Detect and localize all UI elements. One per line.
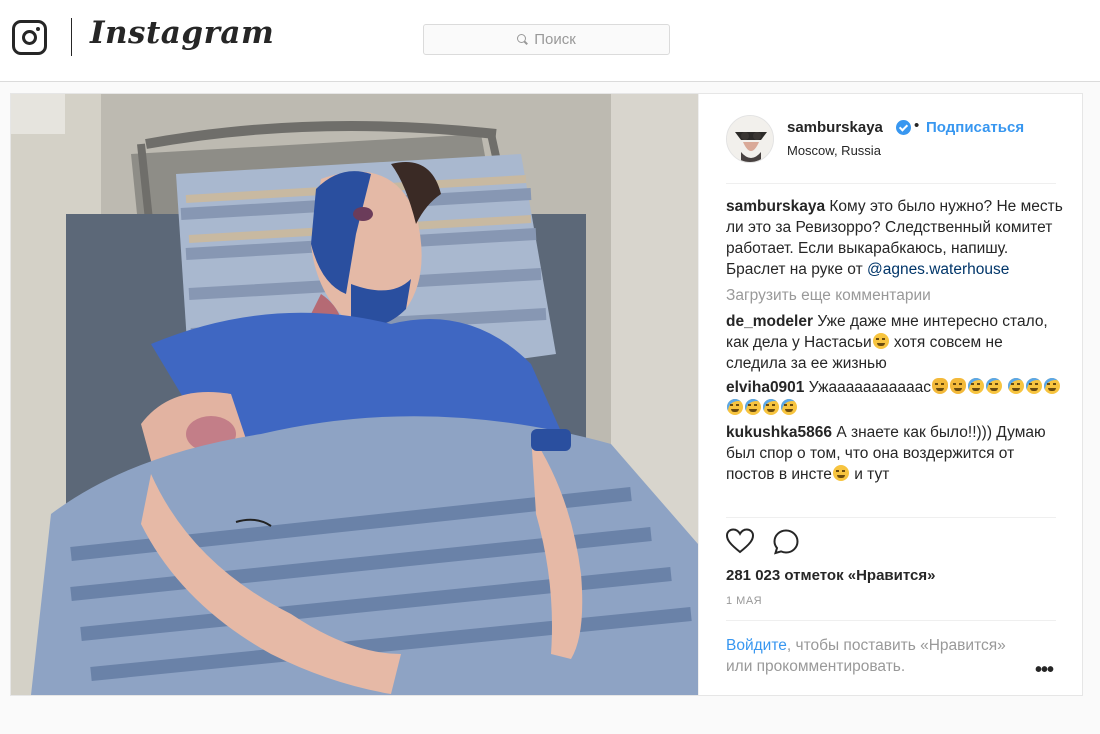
comment-text: Ужааааааааааас	[808, 379, 932, 396]
crying-face-emoji-icon	[1044, 378, 1061, 394]
avatar-image	[727, 116, 773, 162]
comment-username[interactable]: elviha0901	[726, 379, 804, 396]
avatar[interactable]	[726, 115, 774, 163]
crying-face-emoji-icon	[727, 399, 743, 415]
crying-face-emoji-icon	[1026, 378, 1043, 394]
post-sidebar: samburskaya • Подписаться Moscow, Russia…	[698, 94, 1083, 695]
crying-cat-emoji-icon	[950, 378, 967, 394]
comment-item: de_modeler Уже даже мне интересно стало,…	[726, 311, 1066, 374]
comments-list[interactable]: samburskaya Кому это было нужно? Не мест…	[726, 196, 1066, 518]
header-separator: •	[914, 117, 920, 134]
header-divider	[726, 183, 1056, 184]
top-navigation-bar: Instagram Поиск	[0, 0, 1100, 82]
crying-face-emoji-icon	[781, 399, 797, 415]
instagram-wordmark[interactable]: Instagram	[90, 15, 274, 51]
post-date[interactable]: 1 МАЯ	[726, 595, 762, 607]
more-options-icon[interactable]: •••	[1035, 659, 1054, 682]
post-header: samburskaya • Подписаться Moscow, Russia	[699, 94, 1084, 186]
follow-button[interactable]: Подписаться	[926, 119, 1024, 136]
comment-username[interactable]: de_modeler	[726, 313, 813, 330]
comment-icon[interactable]	[773, 529, 799, 555]
heart-icon[interactable]	[726, 528, 754, 554]
post-author-username[interactable]: samburskaya	[787, 119, 883, 136]
load-more-comments-button[interactable]: Загрузить еще комментарии	[726, 285, 1066, 306]
actions-divider	[726, 517, 1056, 518]
camera-lens	[22, 30, 37, 45]
caption-username[interactable]: samburskaya	[726, 198, 825, 215]
verified-badge-icon	[896, 120, 911, 135]
crying-face-emoji-icon	[968, 378, 985, 394]
post-photo-illustration	[11, 94, 698, 695]
post-photo[interactable]	[11, 94, 698, 695]
crying-face-emoji-icon	[1008, 378, 1025, 394]
post-location[interactable]: Moscow, Russia	[787, 143, 881, 158]
search-input[interactable]: Поиск	[423, 24, 670, 55]
crying-face-emoji-icon	[745, 399, 761, 415]
comment-item: elviha0901 Ужааааааааааас	[726, 377, 1066, 419]
comment-username[interactable]: kukushka5866	[726, 424, 832, 441]
login-link[interactable]: Войдите	[726, 637, 787, 654]
camera-flash-dot	[36, 27, 40, 31]
instagram-camera-icon[interactable]	[12, 20, 47, 55]
post-card: samburskaya • Подписаться Moscow, Russia…	[10, 93, 1083, 696]
search-placeholder: Поиск	[534, 31, 576, 48]
caption: samburskaya Кому это было нужно? Не мест…	[726, 196, 1066, 280]
login-divider	[726, 620, 1056, 621]
crying-face-emoji-icon	[986, 378, 1003, 394]
likes-count[interactable]: 281 023 отметок «Нравится»	[726, 567, 935, 584]
laughing-emoji-icon	[832, 465, 849, 481]
grinning-sweat-emoji-icon	[872, 333, 889, 349]
crying-cat-emoji-icon	[932, 378, 949, 394]
login-prompt: Войдите, чтобы поставить «Нравится» или …	[726, 635, 1036, 677]
crying-face-emoji-icon	[763, 399, 779, 415]
caption-mention[interactable]: @agnes.waterhouse	[867, 261, 1009, 278]
comment-item: kukushka5866 А знаете как было!!))) Дума…	[726, 422, 1066, 485]
logo-separator	[71, 18, 72, 56]
comment-text-continued: и тут	[849, 466, 890, 483]
search-icon	[517, 34, 528, 45]
